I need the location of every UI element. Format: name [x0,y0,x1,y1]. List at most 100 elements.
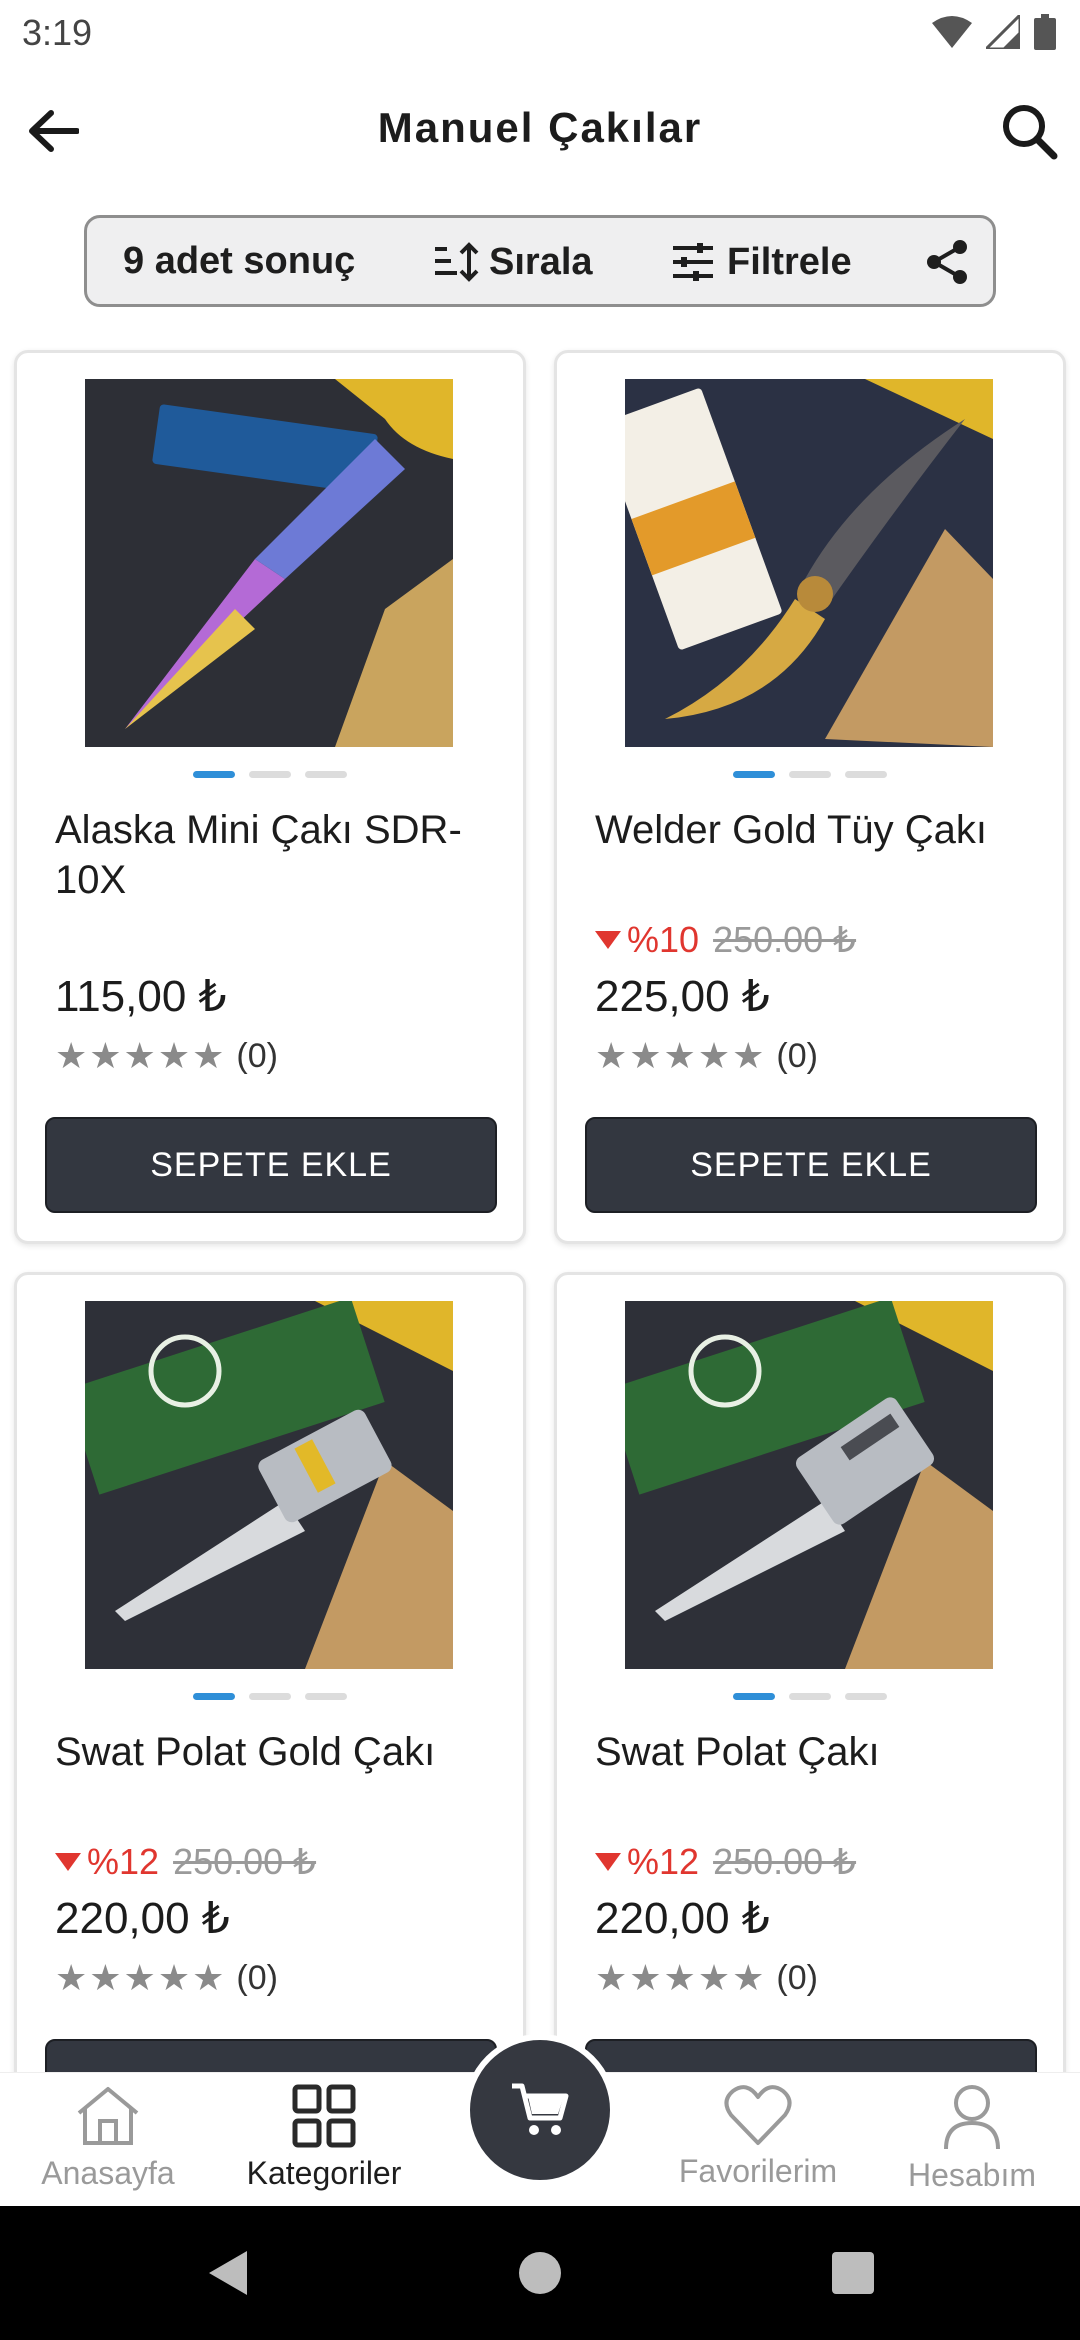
product-card[interactable]: Welder Gold Tüy Çakı %10 250.00 ₺ 225,00… [554,350,1066,1244]
carousel-dot[interactable] [845,1693,887,1700]
rating-count: (0) [776,1958,818,1997]
nav-home-label: Anasayfa [41,2155,175,2191]
battery-icon [1034,14,1056,50]
discount-row: %12 250.00 ₺ [595,1841,856,1883]
product-image[interactable] [625,1301,993,1669]
cart-button[interactable] [464,2034,616,2186]
triangle-down-icon [595,931,621,949]
product-name[interactable]: Swat Polat Çakı [595,1727,1035,1777]
add-to-cart-button[interactable]: SEPETE EKLE [45,1117,497,1213]
triangle-left-icon [209,2251,247,2295]
search-icon [1003,105,1058,160]
knife-photo-icon [85,379,453,747]
old-price: 250.00 ₺ [713,1841,857,1882]
wifi-icon [932,16,972,48]
product-image[interactable] [625,379,993,747]
signal-icon [986,15,1020,49]
system-home-button[interactable] [513,2246,567,2300]
product-name[interactable]: Alaska Mini Çakı SDR-10X [55,805,495,905]
carousel-dot[interactable] [845,771,887,778]
carousel-dot[interactable] [193,771,235,778]
nav-account-label: Hesabım [907,2157,1037,2193]
product-card[interactable]: Alaska Mini Çakı SDR-10X 115,00 ₺ ★★★★★ … [14,350,526,1244]
discount-row: %10 250.00 ₺ [595,919,856,961]
product-card[interactable]: Swat Polat Gold Çakı %12 250.00 ₺ 220,00… [14,1272,526,2102]
discount-badge: %10 [595,919,699,961]
system-recents-button[interactable] [826,2246,880,2300]
system-back-button[interactable] [200,2246,254,2300]
discount-percent: %12 [87,1841,160,1882]
knife-photo-icon [85,1301,453,1669]
product-image[interactable] [85,1301,453,1669]
sort-icon [435,242,479,282]
image-carousel-dots [557,1693,1063,1700]
search-button[interactable] [992,94,1066,168]
filter-button[interactable]: Filtrele [671,232,852,292]
nav-favorites-label: Favorilerim [678,2153,838,2189]
status-icons [932,14,1056,50]
carousel-dot[interactable] [249,771,291,778]
filter-label: Filtrele [727,240,852,283]
discount-percent: %12 [627,1841,700,1882]
carousel-dot[interactable] [193,1693,235,1700]
product-price: 225,00 ₺ [595,972,770,1021]
product-rating: ★★★★★ (0) [595,1035,818,1077]
circle-icon [519,2252,561,2294]
star-rating: ★★★★★ [55,1035,227,1076]
carousel-dot[interactable] [305,1693,347,1700]
discount-badge: %12 [55,1841,159,1883]
triangle-down-icon [595,1853,621,1871]
product-name[interactable]: Swat Polat Gold Çakı [55,1727,495,1777]
carousel-dot[interactable] [733,1693,775,1700]
nav-favorites[interactable]: Favorilerim [658,2083,858,2203]
add-to-cart-button[interactable]: SEPETE EKLE [585,1117,1037,1213]
nav-account[interactable]: Hesabım [872,2083,1072,2203]
triangle-down-icon [55,1853,81,1871]
share-button[interactable] [919,234,975,290]
image-carousel-dots [17,1693,523,1700]
old-price: 250.00 ₺ [713,919,857,960]
product-price: 220,00 ₺ [55,1894,230,1943]
sort-label: Sırala [489,240,593,283]
heart-icon [724,2085,792,2145]
carousel-dot[interactable] [789,771,831,778]
product-rating: ★★★★★ (0) [55,1957,278,1999]
product-card[interactable]: Swat Polat Çakı %12 250.00 ₺ 220,00 ₺ ★★… [554,1272,1066,2102]
carousel-dot[interactable] [789,1693,831,1700]
home-icon [77,2087,139,2145]
square-icon [832,2252,874,2294]
carousel-dot[interactable] [305,771,347,778]
status-time: 3:19 [22,12,93,53]
star-rating: ★★★★★ [595,1035,767,1076]
rating-count: (0) [236,1036,278,1075]
nav-categories-label: Kategoriler [246,2155,402,2191]
grid-icon [292,2084,356,2148]
rating-count: (0) [236,1958,278,1997]
nav-home[interactable]: Anasayfa [8,2083,208,2203]
result-count: 9 adet sonuç [123,240,356,282]
product-price: 220,00 ₺ [595,1894,770,1943]
discount-percent: %10 [627,919,700,960]
sliders-icon [673,243,713,281]
star-rating: ★★★★★ [595,1957,767,1998]
page-title: Manuel Çakılar [377,104,703,151]
product-name[interactable]: Welder Gold Tüy Çakı [595,805,1035,855]
share-icon [927,240,967,284]
product-rating: ★★★★★ (0) [55,1035,278,1077]
carousel-dot[interactable] [733,771,775,778]
carousel-dot[interactable] [249,1693,291,1700]
knife-photo-icon [625,1301,993,1669]
product-image[interactable] [85,379,453,747]
status-bar: 3:19 [0,0,1080,66]
discount-badge: %12 [595,1841,699,1883]
star-rating: ★★★★★ [55,1957,227,1998]
product-price: 115,00 ₺ [55,972,227,1021]
shopping-cart-icon [512,2083,569,2135]
old-price: 250.00 ₺ [173,1841,317,1882]
app-bar: Manuel Çakılar [0,80,1080,176]
image-carousel-dots [17,771,523,778]
user-icon [944,2085,1000,2150]
screen: 3:19 Manuel Çakılar 9 adet sonuç Sırala [0,0,1080,2340]
nav-categories[interactable]: Kategoriler [224,2083,424,2203]
sort-button[interactable]: Sırala [433,232,593,292]
